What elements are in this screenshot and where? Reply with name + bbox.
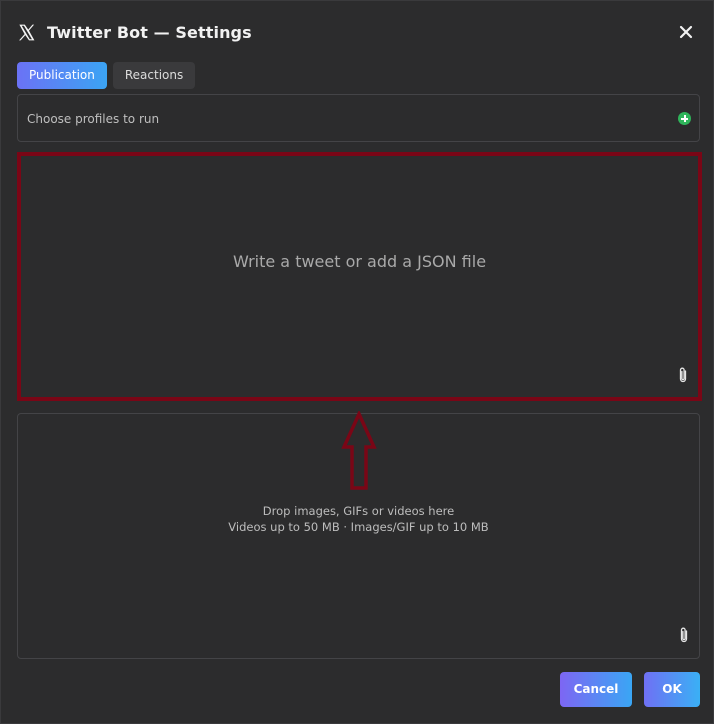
tab-bar: Publication Reactions: [17, 62, 196, 89]
paperclip-icon[interactable]: [679, 626, 689, 644]
profiles-label: Choose profiles to run: [27, 112, 160, 126]
cancel-button[interactable]: Cancel: [560, 672, 632, 707]
tweet-input-area[interactable]: Write a tweet or add a JSON file: [17, 152, 702, 401]
title-bar: Twitter Bot — Settings: [1, 1, 714, 61]
tab-publication[interactable]: Publication: [17, 62, 107, 89]
dialog-title: Twitter Bot — Settings: [47, 23, 252, 42]
tab-reactions[interactable]: Reactions: [112, 62, 196, 89]
ok-button[interactable]: OK: [644, 672, 700, 707]
close-icon[interactable]: [677, 23, 695, 41]
x-logo-icon: [19, 24, 35, 41]
settings-dialog: Twitter Bot — Settings Publication React…: [0, 0, 714, 724]
drop-size-limits: Videos up to 50 MB · Images/GIF up to 10…: [228, 520, 489, 534]
up-arrow-outline-icon: [341, 411, 377, 490]
plus-circle-icon[interactable]: [678, 112, 691, 125]
paperclip-icon[interactable]: [678, 366, 688, 384]
profiles-selector[interactable]: Choose profiles to run: [17, 94, 700, 142]
drop-instruction: Drop images, GIFs or videos here: [262, 504, 455, 518]
tweet-placeholder: Write a tweet or add a JSON file: [232, 252, 487, 271]
